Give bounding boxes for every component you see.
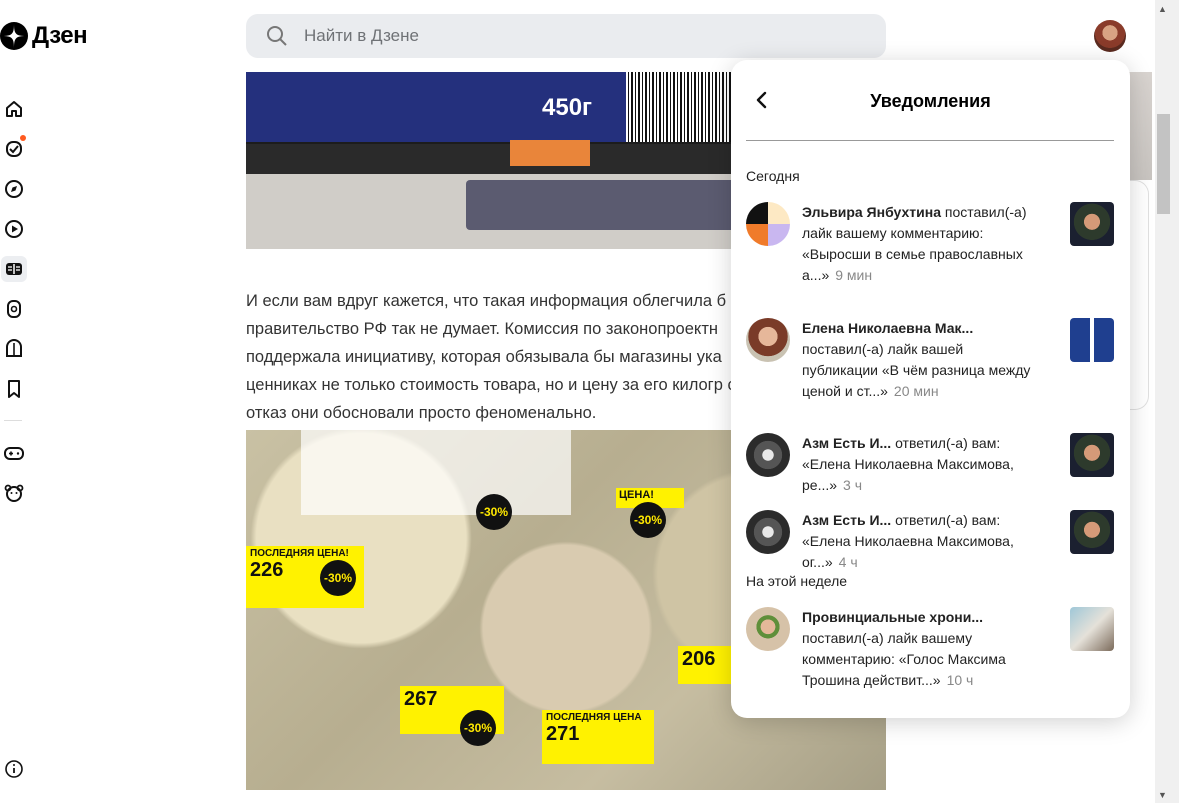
bookmark-icon[interactable] [3, 378, 25, 400]
notification-thumbnail[interactable] [1070, 607, 1114, 651]
channel-icon[interactable] [3, 338, 25, 360]
home-icon[interactable] [3, 98, 25, 120]
articles-icon[interactable] [1, 256, 27, 282]
notification-author[interactable]: Провинциальные хрони... [802, 609, 983, 625]
notification-item[interactable]: Елена Николаевна Мак... поставил(-а) лай… [746, 318, 1116, 408]
search-icon [267, 26, 287, 46]
notification-dot [20, 135, 26, 141]
avatar[interactable] [746, 510, 790, 554]
discount-badge: -30% [476, 494, 512, 530]
kids-icon[interactable] [3, 482, 25, 504]
subscriptions-icon[interactable] [3, 138, 25, 160]
notification-text: Провинциальные хрони... поставил(-а) лай… [802, 607, 1038, 691]
notification-item[interactable]: Провинциальные хрони... поставил(-а) лай… [746, 607, 1116, 697]
notification-item[interactable]: Азм Есть И... ответил(-а) вам: «Елена Ни… [746, 433, 1116, 493]
section-heading-today: Сегодня [746, 168, 800, 184]
label-price: 271 [546, 723, 580, 745]
games-icon[interactable] [3, 442, 25, 464]
notification-time: 20 мин [893, 383, 939, 399]
label-heading: ПОСЛЕДНЯЯ ЦЕНА! [250, 548, 349, 559]
notification-item[interactable]: Эльвира Янбухтина поставил(-а) лайк ваше… [746, 202, 1116, 292]
sidebar-separator [4, 420, 22, 421]
notification-thumbnail[interactable] [1070, 202, 1114, 246]
notification-text: Эльвира Янбухтина поставил(-а) лайк ваше… [802, 202, 1038, 286]
notification-text: Азм Есть И... ответил(-а) вам: «Елена Ни… [802, 433, 1038, 496]
compass-icon[interactable] [3, 178, 25, 200]
page-scrollbar[interactable]: ▲ ▼ [1155, 0, 1179, 803]
info-icon[interactable] [3, 758, 25, 780]
discount-badge: -30% [460, 710, 496, 746]
notification-thumbnail[interactable] [1070, 318, 1114, 362]
search-bar[interactable] [246, 14, 886, 58]
scrollbar-thumb[interactable] [1157, 114, 1170, 214]
discount-badge: -30% [320, 560, 356, 596]
article-paragraph: И если вам вдруг кажется, что такая инфо… [246, 291, 763, 422]
notifications-panel: Уведомления Сегодня Эльвира Янбухтина по… [731, 60, 1130, 718]
dzen-logo-icon [0, 22, 28, 50]
notification-author[interactable]: Эльвира Янбухтина [802, 204, 941, 220]
notification-thumbnail[interactable] [1070, 433, 1114, 477]
section-heading-this-week: На этой неделе [746, 573, 848, 589]
avatar[interactable] [746, 607, 790, 651]
avatar[interactable] [746, 433, 790, 477]
notification-time: 3 ч [843, 477, 863, 493]
notification-text: Азм Есть И... ответил(-а) вам: «Елена Ни… [802, 510, 1038, 573]
video-icon[interactable] [3, 218, 25, 240]
avatar[interactable] [746, 318, 790, 362]
shorts-icon[interactable] [3, 298, 25, 320]
blurred-package [466, 180, 756, 230]
avatar[interactable] [746, 202, 790, 246]
package-weight: 450г [542, 94, 593, 121]
notification-time: 10 ч [946, 672, 974, 688]
user-avatar[interactable] [1094, 20, 1126, 52]
notification-item[interactable]: Азм Есть И... ответил(-а) вам: «Елена Ни… [746, 510, 1116, 570]
logo-text: Дзен [32, 22, 88, 49]
scroll-up-icon[interactable]: ▲ [1158, 4, 1167, 14]
lamp-glare [301, 430, 571, 515]
notification-author[interactable]: Елена Николаевна Мак... [802, 320, 973, 336]
label-heading: ПОСЛЕДНЯЯ ЦЕНА [546, 712, 642, 723]
notification-thumbnail[interactable] [1070, 510, 1114, 554]
notification-time: 9 мин [835, 267, 873, 283]
price-label: ПОСЛЕДНЯЯ ЦЕНА 271 [542, 710, 654, 764]
dzen-logo[interactable]: Дзен [0, 22, 88, 50]
notifications-title: Уведомления [870, 91, 991, 111]
notification-author[interactable]: Азм Есть И... [802, 512, 891, 528]
scroll-down-icon[interactable]: ▼ [1158, 790, 1167, 800]
notification-time: 4 ч [838, 554, 858, 570]
search-input[interactable] [302, 25, 846, 47]
notification-author[interactable]: Азм Есть И... [802, 435, 891, 451]
discount-badge: -30% [630, 502, 666, 538]
label-price: 226 [250, 559, 284, 581]
notification-message: поставил(-а) лайк вашему комментарию: «Г… [802, 630, 1006, 688]
notification-text: Елена Николаевна Мак... поставил(-а) лай… [802, 318, 1038, 402]
panel-divider [746, 140, 1114, 141]
price-tag [510, 140, 590, 166]
